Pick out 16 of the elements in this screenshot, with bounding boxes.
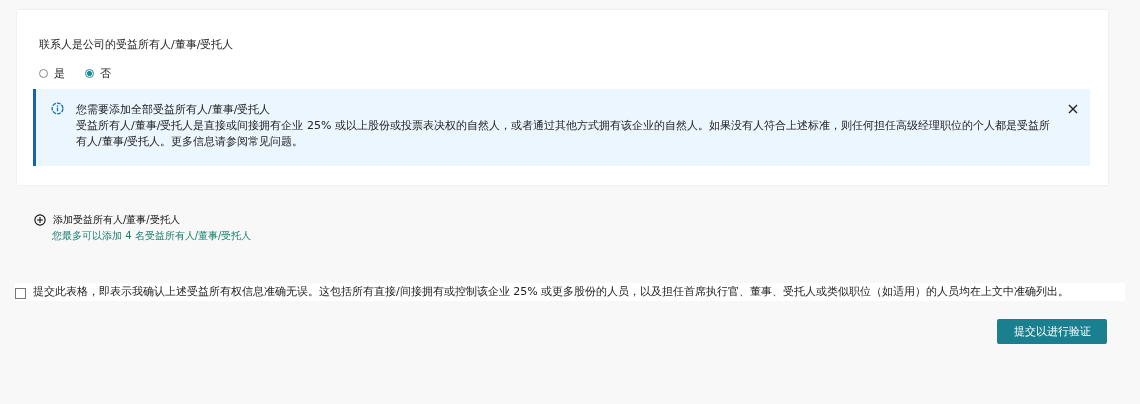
alert-body: 受益所有人/董事/受托人是直接或间接拥有企业 25% 或以上股份或投票表决权的自然人，或者通过其他方式拥有该企业的自然人。如果没有人符合上述标准，则任何担任高级经理职位的个人都是受益所有人/董事/受托人。更多信息请参阅常见问题。: [76, 118, 1051, 150]
checkbox[interactable]: [15, 288, 26, 299]
alert-title: 您需要添加全部受益所有人/董事/受托人: [76, 102, 272, 118]
add-icon: [34, 214, 46, 226]
radio-label: 是: [54, 66, 65, 81]
close-icon[interactable]: [1068, 104, 1078, 114]
submit-button[interactable]: 提交以进行验证: [997, 319, 1107, 344]
radio-option[interactable]: 是: [39, 66, 65, 81]
radio-icon[interactable]: [85, 69, 94, 78]
radio-label: 否: [100, 66, 111, 81]
info-icon: [51, 102, 64, 115]
question-label: 联系人是公司的受益所有人/董事/受托人: [39, 38, 235, 52]
limit-note: 您最多可以添加 4 名受益所有人/董事/受托人: [52, 229, 253, 243]
radio-option[interactable]: 否: [85, 66, 111, 81]
confirm-text: 提交此表格，即表示我确认上述受益所有权信息准确无误。这包括所有直接/间接拥有或控制该企业 25% 或更多股份的人员，以及担任首席执行官、董事、受托人或类似职位（如适用）的人员均在上文中准确列出。: [33, 285, 1071, 299]
add-owner-link[interactable]: 添加受益所有人/董事/受托人: [34, 213, 180, 227]
